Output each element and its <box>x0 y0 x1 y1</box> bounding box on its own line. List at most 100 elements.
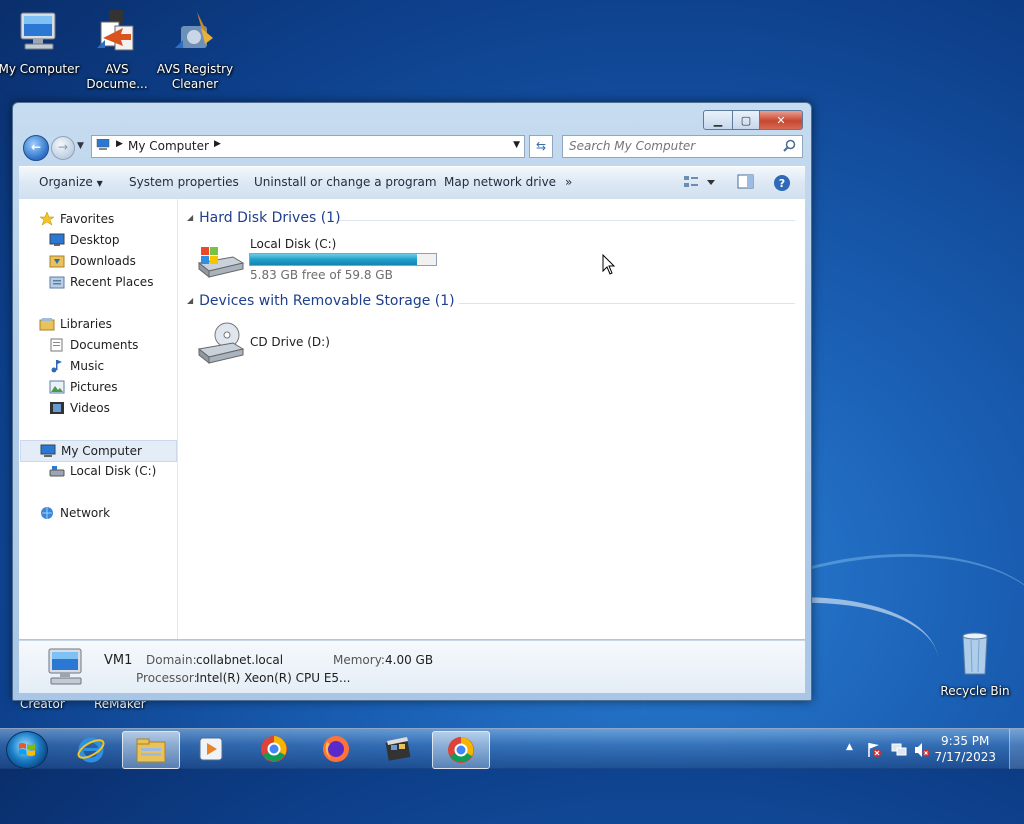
computer-icon <box>40 444 56 457</box>
start-button[interactable] <box>6 731 48 769</box>
map-network-drive-button[interactable]: Map network drive <box>444 175 556 189</box>
nav-item-label: Music <box>70 359 105 373</box>
nav-item-label: Local Disk (C:) <box>70 464 157 478</box>
recent-pages-dropdown[interactable]: ▼ <box>77 141 84 151</box>
back-arrow-icon: ← <box>30 140 42 154</box>
taskbar-windows-explorer[interactable] <box>122 731 180 769</box>
nav-item-label: Favorites <box>60 212 115 226</box>
disk-usage-bar <box>249 253 437 266</box>
desktop-icon-my-computer[interactable]: My Computer <box>0 8 80 77</box>
details-pane: VM1 Domain: collabnet.local Memory: 4.00… <box>19 640 805 693</box>
preview-pane-button[interactable] <box>737 174 755 193</box>
system-properties-button[interactable]: System properties <box>129 175 239 189</box>
nav-item-favorites[interactable]: Favorites <box>19 209 177 229</box>
minimize-button[interactable]: ▁ <box>703 110 733 130</box>
taskbar-chrome-active[interactable] <box>432 731 490 769</box>
taskbar-media-player[interactable] <box>182 731 240 767</box>
nav-item-videos[interactable]: Videos <box>19 398 177 418</box>
uninstall-program-button[interactable]: Uninstall or change a program <box>254 175 437 189</box>
nav-item-label: Videos <box>70 401 110 415</box>
nav-item-my-computer[interactable]: My Computer <box>20 440 177 462</box>
chrome-icon <box>448 737 474 763</box>
computer-icon <box>20 12 56 50</box>
organize-label: Organize <box>39 175 93 189</box>
search-input[interactable] <box>569 139 769 153</box>
taskbar: ▲ 9:35 PM 7/17/2023 <box>0 728 1024 769</box>
drive-item-cd-drive-d[interactable]: CD Drive (D:) <box>195 319 395 367</box>
nav-item-local-disk[interactable]: Local Disk (C:) <box>19 461 177 481</box>
minimize-icon: ▁ <box>713 113 723 127</box>
avs-registry-cleaner-icon <box>175 12 213 48</box>
taskbar-firefox[interactable] <box>307 731 365 767</box>
hard-disk-icon <box>197 247 245 279</box>
nav-item-libraries[interactable]: Libraries <box>19 314 177 334</box>
desktop-icon-avs-document[interactable]: AVS Docume... <box>76 8 158 92</box>
group-header-removable-storage[interactable]: ◢ Devices with Removable Storage (1) <box>187 293 455 309</box>
nav-item-network[interactable]: Network <box>19 503 177 523</box>
volume-muted-icon[interactable] <box>914 742 930 758</box>
music-icon <box>51 360 62 373</box>
close-button[interactable]: ✕ <box>760 110 803 130</box>
movie-maker-icon <box>385 737 411 761</box>
svg-text:?: ? <box>779 177 785 190</box>
view-options-icon <box>684 176 715 187</box>
breadcrumb-my-computer[interactable]: My Computer <box>128 139 209 153</box>
nav-item-recent-places[interactable]: Recent Places <box>19 272 177 292</box>
search-icon <box>783 139 796 152</box>
desktop-icon-recycle-bin[interactable]: Recycle Bin <box>934 630 1016 699</box>
mouse-cursor-icon <box>602 254 616 275</box>
desktop-icon-avs-registry-cleaner[interactable]: AVS Registry Cleaner <box>154 8 236 92</box>
group-header-label: Devices with Removable Storage (1) <box>199 293 455 309</box>
search-box[interactable] <box>562 135 803 158</box>
memory-label: Memory: <box>333 653 385 667</box>
media-player-icon <box>199 737 223 761</box>
nav-item-label: Downloads <box>70 254 136 268</box>
nav-item-music[interactable]: Music <box>19 356 177 376</box>
recycle-bin-icon <box>962 632 988 675</box>
desktop-icon-label: Recycle Bin <box>940 684 1010 698</box>
group-header-hard-disk-drives[interactable]: ◢ Hard Disk Drives (1) <box>187 210 341 226</box>
action-center-icon[interactable] <box>866 742 882 758</box>
disk-usage-fill <box>250 254 418 265</box>
network-status-icon[interactable] <box>891 742 907 758</box>
pictures-icon <box>49 380 65 394</box>
cd-drive-icon <box>197 322 245 365</box>
internet-explorer-icon <box>77 737 105 763</box>
local-disk-icon <box>49 466 65 477</box>
change-view-button[interactable] <box>683 174 715 193</box>
nav-item-pictures[interactable]: Pictures <box>19 377 177 397</box>
processor-value: Intel(R) Xeon(R) CPU E5... <box>196 671 351 685</box>
drive-item-local-disk-c[interactable]: Local Disk (C:) 5.83 GB free of 59.8 GB <box>195 235 455 285</box>
nav-item-desktop[interactable]: Desktop <box>19 230 177 250</box>
videos-icon <box>50 402 64 414</box>
address-dropdown-icon[interactable]: ▼ <box>513 140 520 150</box>
show-desktop-button[interactable] <box>1009 729 1024 769</box>
address-bar[interactable]: ▶ My Computer ▶ ▼ <box>91 135 525 158</box>
refresh-button[interactable]: ⇆ <box>529 135 553 158</box>
taskbar-movie-maker[interactable] <box>369 731 427 767</box>
recent-places-icon <box>49 276 65 289</box>
refresh-icon: ⇆ <box>535 139 547 153</box>
show-hidden-icons-button[interactable]: ▲ <box>846 742 853 752</box>
memory-value: 4.00 GB <box>385 653 434 667</box>
more-commands-button[interactable]: » <box>565 175 572 189</box>
back-button[interactable]: ← <box>23 135 49 161</box>
chrome-icon <box>261 736 287 762</box>
maximize-button[interactable]: ▢ <box>733 110 760 130</box>
organize-button[interactable]: Organize ▼ <box>39 175 103 189</box>
breadcrumb-arrow-icon[interactable]: ▶ <box>116 139 123 149</box>
system-clock[interactable]: 9:35 PM 7/17/2023 <box>934 733 996 765</box>
computer-icon <box>48 648 82 685</box>
breadcrumb-arrow-icon[interactable]: ▶ <box>214 139 221 149</box>
network-icon <box>41 507 53 519</box>
taskbar-internet-explorer[interactable] <box>62 731 120 767</box>
nav-item-documents[interactable]: Documents <box>19 335 177 355</box>
windows-explorer-icon <box>136 738 166 763</box>
group-divider <box>459 303 795 304</box>
documents-icon <box>50 338 63 352</box>
nav-item-label: Pictures <box>70 380 118 394</box>
forward-button[interactable]: → <box>51 136 75 160</box>
nav-item-downloads[interactable]: Downloads <box>19 251 177 271</box>
help-button[interactable]: ? <box>773 174 791 195</box>
taskbar-chrome[interactable] <box>245 731 303 767</box>
